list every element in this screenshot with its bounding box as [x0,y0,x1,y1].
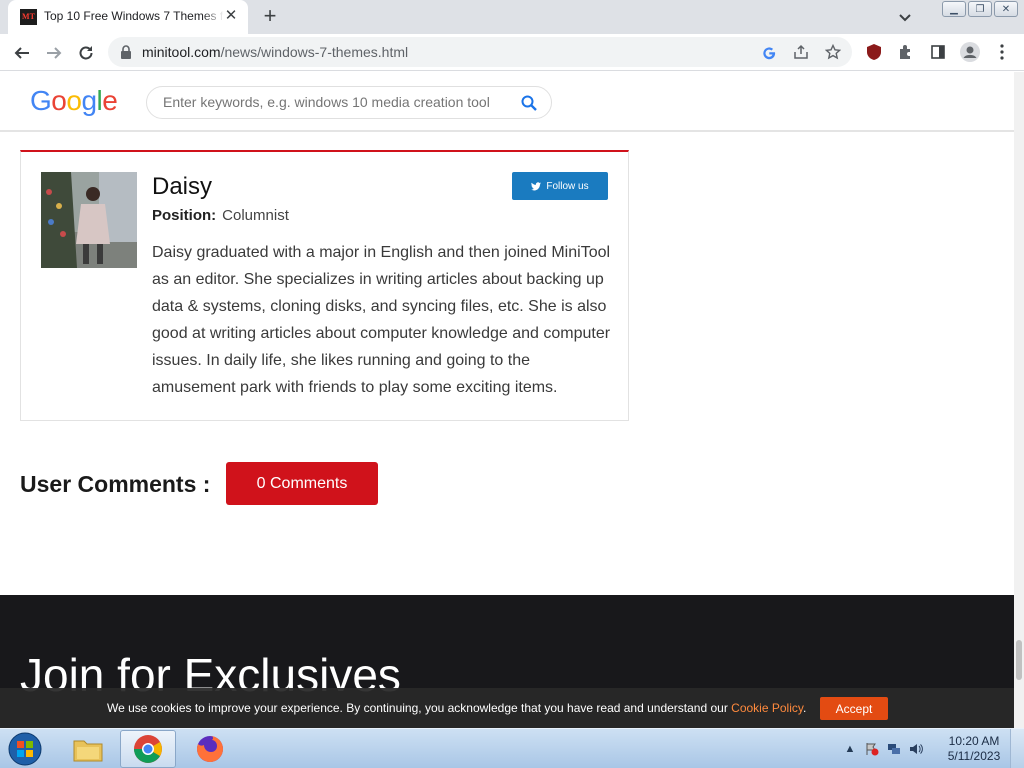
search-icon[interactable] [520,94,538,112]
logo-letter: G [30,85,52,116]
site-search-box[interactable] [146,86,552,119]
windows-taskbar: ▲ 10:20 AM 5/11/2023 [0,728,1024,768]
chevron-down-icon[interactable] [896,8,914,26]
search-input[interactable] [163,94,503,110]
forward-arrow-icon[interactable] [42,41,66,65]
chrome-taskbar-icon[interactable] [120,730,176,768]
site-header: Google [0,72,1014,132]
position-label: Position: [152,207,217,224]
extensions-puzzle-icon[interactable] [896,42,916,62]
page-scrollbar[interactable] [1014,72,1024,728]
author-name: Daisy [152,173,213,200]
url-domain: minitool.com [142,44,221,60]
author-bio: Daisy graduated with a major in English … [152,244,611,396]
bookmark-star-icon[interactable] [824,43,842,61]
restore-icon[interactable]: ❐ [968,1,992,17]
url-text[interactable]: minitool.com/news/windows-7-themes.html [142,44,408,60]
cookie-message: We use cookies to improve your experienc… [107,701,806,715]
cookie-policy-link[interactable]: Cookie Policy [731,701,803,715]
author-photo [41,172,137,268]
kebab-menu-icon[interactable] [992,42,1012,62]
window-controls: ▁ ❐ ✕ [942,1,1018,17]
profile-avatar-icon[interactable] [960,42,980,62]
address-bar[interactable]: minitool.com/news/windows-7-themes.html [108,37,852,67]
tab-strip: MT Top 10 Free Windows 7 Themes f ✕ + ▁ … [0,0,1024,34]
logo-letter: e [102,85,118,116]
comments-count-button[interactable]: 0 Comments [226,462,378,505]
tray-expand-icon[interactable]: ▲ [842,741,858,757]
logo-letter: o [66,85,82,116]
position-value: Columnist [222,207,289,224]
tab-title: Top 10 Free Windows 7 Themes f [44,9,224,23]
file-explorer-icon[interactable] [60,730,116,768]
cookie-consent-bar: We use cookies to improve your experienc… [0,688,1014,728]
back-arrow-icon[interactable] [10,41,34,65]
windows-start-icon[interactable] [5,730,45,768]
new-tab-icon[interactable]: + [258,5,282,29]
cookie-text: We use cookies to improve your experienc… [107,701,732,715]
scrollbar-thumb[interactable] [1016,640,1022,680]
clock-time: 10:20 AM [948,734,1000,748]
show-desktop-button[interactable] [1010,729,1024,768]
cookie-suffix: . [802,701,807,715]
minitool-favicon-icon: MT [20,9,37,25]
web-page: Google Daisy Follow us Position:Col [0,72,1014,728]
network-icon[interactable] [886,741,902,757]
minimize-icon[interactable]: ▁ [942,1,966,17]
google-logo[interactable]: Google [30,85,118,117]
reload-icon[interactable] [74,41,98,65]
author-position: Position: Columnist [152,207,289,224]
volume-icon[interactable] [908,741,924,757]
close-icon[interactable]: ✕ [222,7,240,25]
share-icon[interactable] [792,43,810,61]
url-path: /news/windows-7-themes.html [220,44,409,60]
author-card: Daisy Follow us Position: Columnist Daisy… [20,150,629,421]
browser-toolbar: minitool.com/news/windows-7-themes.html … [0,34,1024,99]
action-center-flag-icon[interactable] [864,741,880,757]
user-comments-heading: User Comments : [20,471,211,497]
logo-letter: o [51,85,67,116]
follow-us-label: Follow us [546,180,589,192]
clock-date: 5/11/2023 [947,749,1001,763]
accept-cookies-button[interactable]: Accept [820,697,888,720]
side-panel-icon[interactable] [928,42,948,62]
follow-us-button[interactable]: Follow us [512,172,608,200]
system-tray: ▲ [842,729,924,768]
browser-tab[interactable]: MT Top 10 Free Windows 7 Themes f ✕ [8,0,248,34]
window-close-icon[interactable]: ✕ [994,1,1018,17]
google-translate-icon[interactable] [760,43,778,61]
logo-letter: g [81,85,97,116]
firefox-taskbar-icon[interactable] [182,730,238,768]
extension-shield-icon[interactable] [864,42,884,62]
taskbar-clock[interactable]: 10:20 AM 5/11/2023 [944,734,1004,764]
lock-icon[interactable] [120,45,132,59]
twitter-icon [531,181,542,190]
